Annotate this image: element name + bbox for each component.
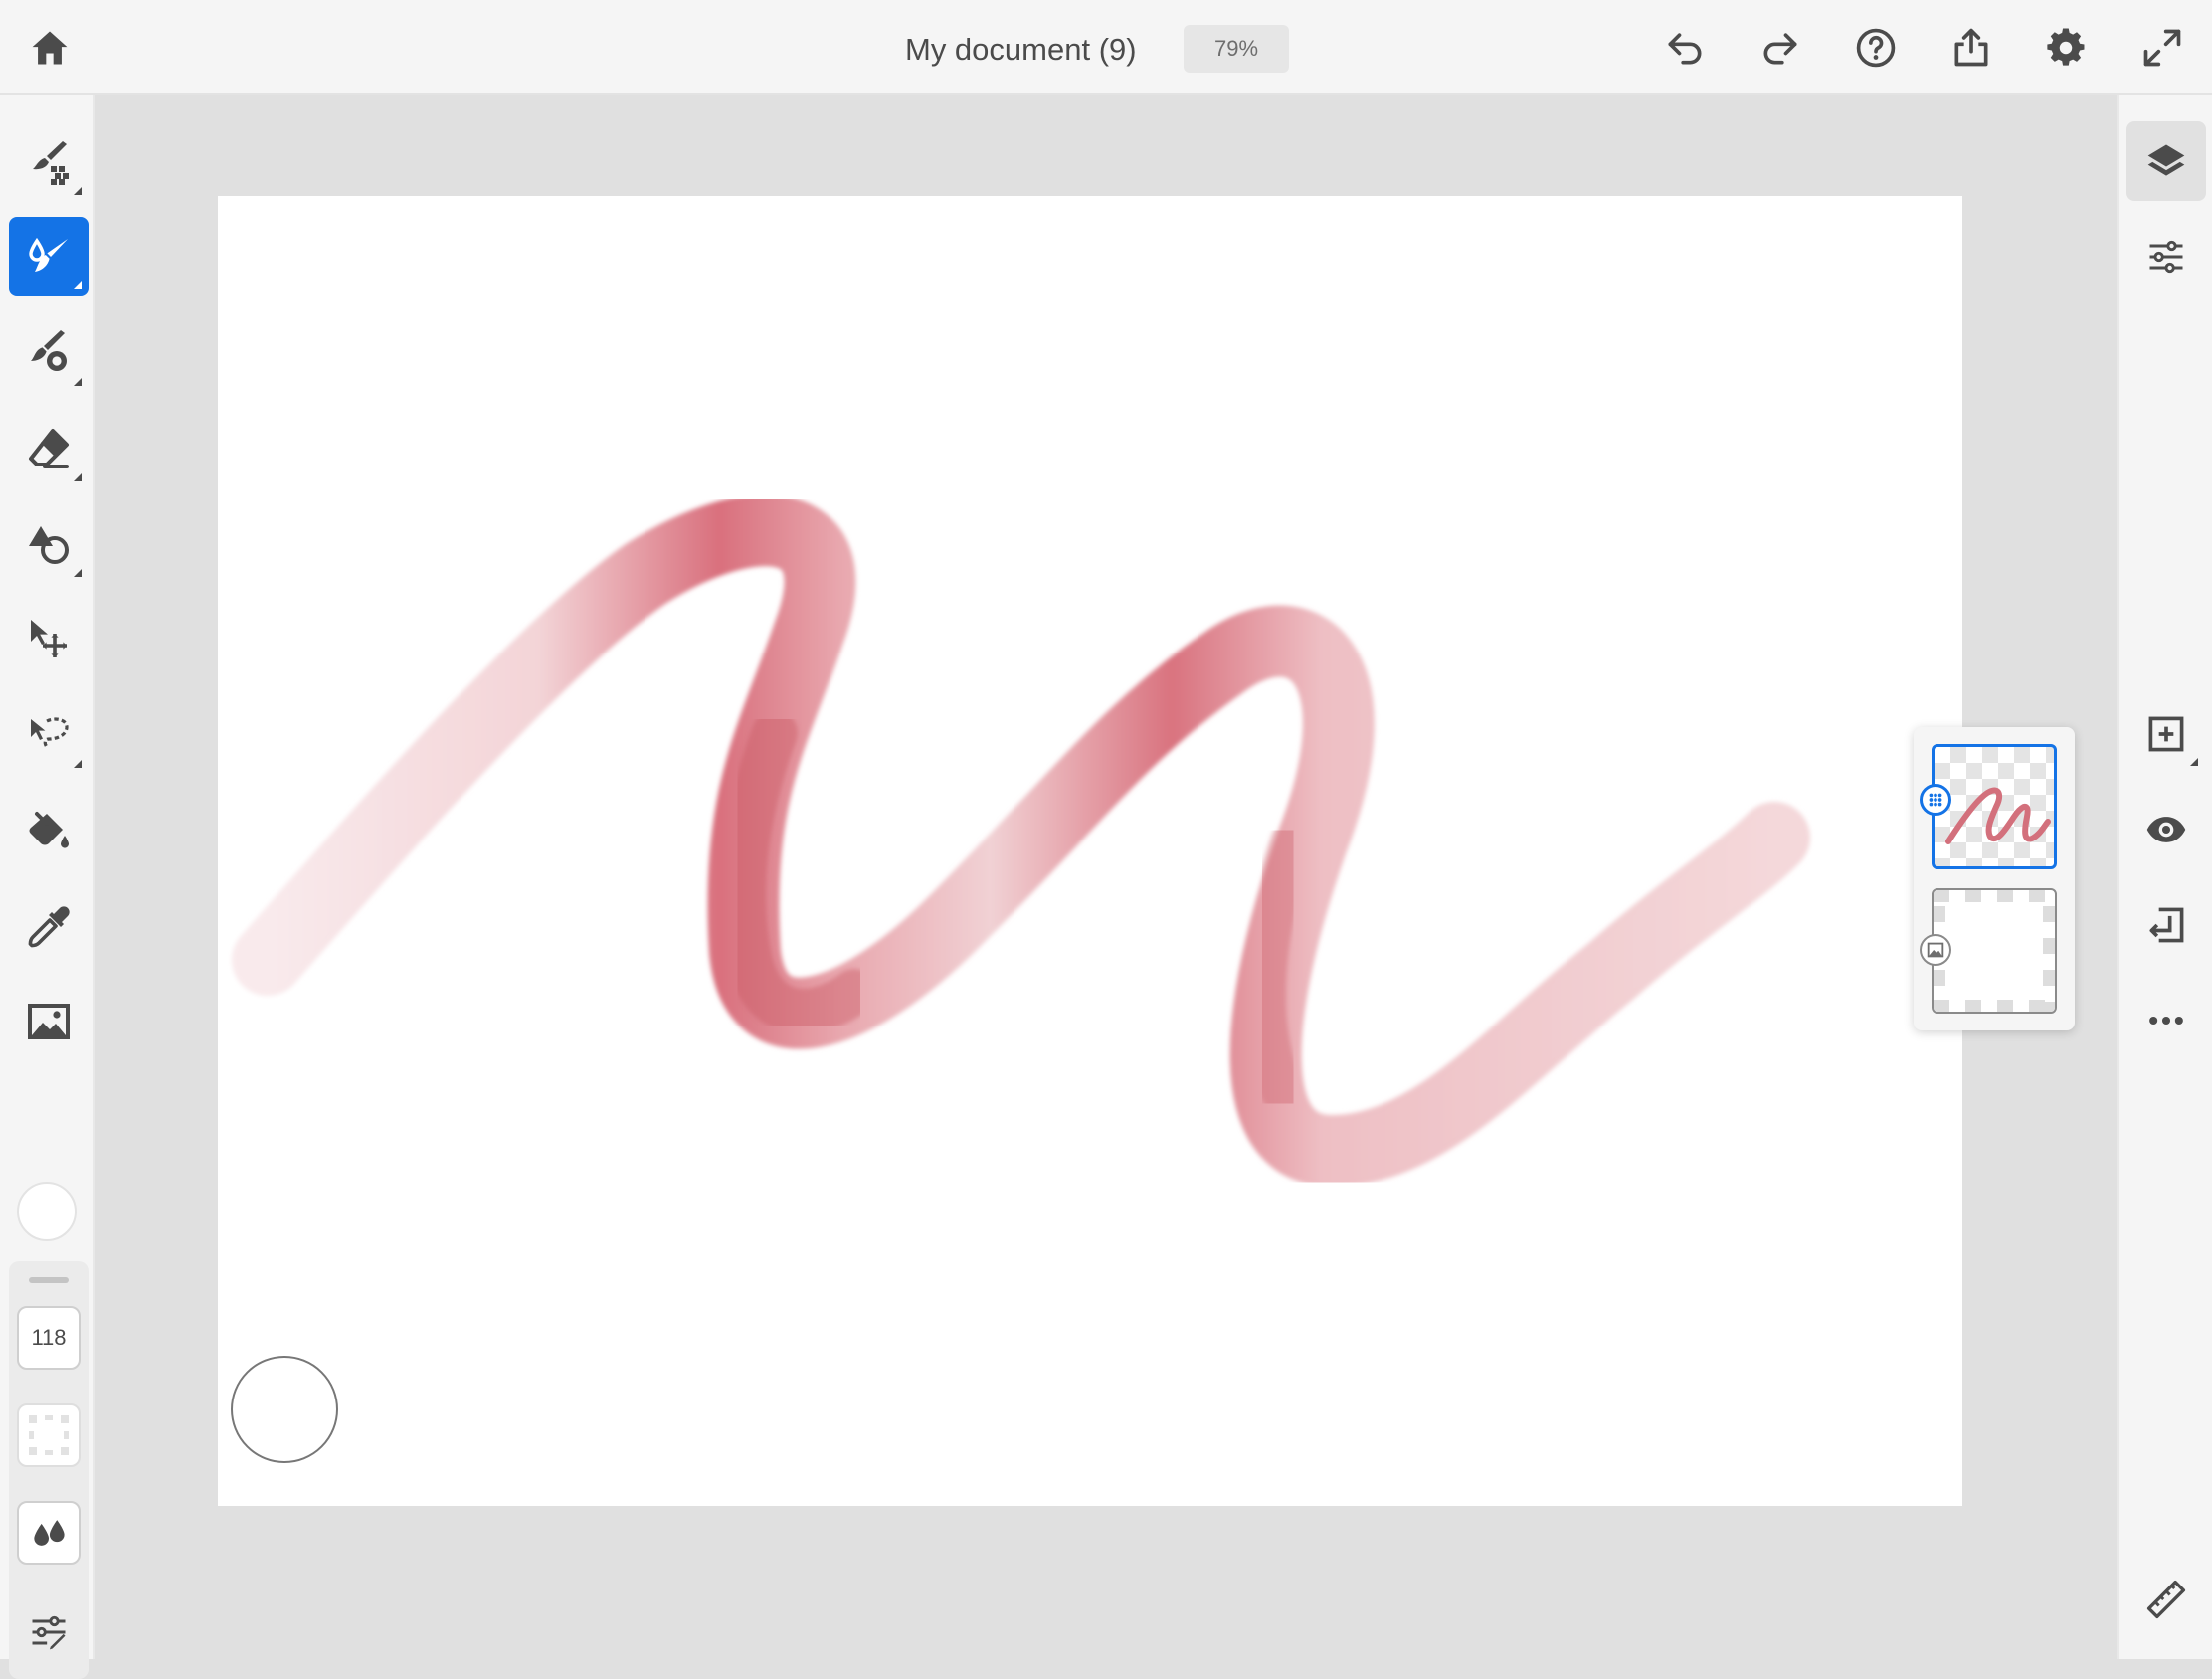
settings-button[interactable] bbox=[2038, 20, 2094, 76]
submenu-indicator-icon bbox=[74, 473, 82, 481]
image-tool[interactable] bbox=[9, 982, 89, 1061]
undo-button[interactable] bbox=[1657, 20, 1713, 76]
brush-settings-icon bbox=[32, 1615, 66, 1650]
pixel-brush-icon bbox=[33, 141, 69, 185]
layers-panel bbox=[1914, 727, 2075, 1030]
submenu-indicator-icon bbox=[74, 281, 82, 289]
live-brush-icon bbox=[29, 237, 68, 272]
expand-icon bbox=[2143, 29, 2181, 67]
document-title[interactable]: My document (9) bbox=[905, 28, 1137, 72]
submenu-indicator-icon bbox=[2190, 758, 2198, 766]
live-brush-tool[interactable] bbox=[9, 217, 89, 296]
add-layer-button[interactable] bbox=[2126, 694, 2206, 774]
vector-brush-icon bbox=[31, 330, 67, 371]
shapes-tool[interactable] bbox=[9, 504, 89, 584]
home-icon bbox=[32, 31, 68, 65]
water-drops-icon bbox=[34, 1520, 65, 1546]
paint-bucket-icon bbox=[29, 812, 69, 848]
transform-icon bbox=[31, 620, 67, 657]
layer-visibility-button[interactable] bbox=[2126, 790, 2206, 869]
transform-tool[interactable] bbox=[9, 600, 89, 679]
eyedropper-icon bbox=[28, 906, 70, 948]
ruler-icon bbox=[2146, 1580, 2186, 1619]
undo-icon bbox=[1668, 33, 1702, 65]
eye-icon bbox=[2146, 817, 2186, 842]
layer-type-badge-live bbox=[1920, 784, 1951, 816]
layer-type-badge-image bbox=[1920, 934, 1951, 966]
right-panel bbox=[2117, 95, 2212, 1659]
watercolor-badge-icon bbox=[1929, 793, 1942, 807]
lasso-select-tool[interactable] bbox=[9, 695, 89, 775]
brush-size-value: 118 bbox=[31, 1325, 67, 1350]
fullscreen-button[interactable] bbox=[2134, 20, 2190, 76]
merge-layer-button[interactable] bbox=[2126, 885, 2206, 965]
watercolor-stroke bbox=[232, 494, 1810, 1187]
submenu-indicator-icon bbox=[74, 569, 82, 577]
share-icon bbox=[1954, 28, 1988, 67]
help-icon bbox=[1856, 28, 1896, 68]
layer-stroke-preview bbox=[1945, 787, 2051, 844]
drawing-canvas[interactable] bbox=[218, 196, 1962, 1506]
share-button[interactable] bbox=[1943, 20, 1999, 76]
ruler-button[interactable] bbox=[2126, 1560, 2206, 1639]
layer-thumbnail-live-brush[interactable] bbox=[1932, 744, 2057, 869]
merge-down-icon bbox=[2149, 907, 2184, 943]
image-badge-icon bbox=[1927, 942, 1944, 958]
opacity-checker-icon bbox=[29, 1415, 69, 1455]
shapes-icon bbox=[29, 526, 69, 564]
eyedropper-tool[interactable] bbox=[9, 887, 89, 967]
more-icon bbox=[2149, 1016, 2183, 1026]
brush-opacity-control[interactable] bbox=[17, 1403, 81, 1467]
top-bar: My document (9) 79% bbox=[0, 0, 2212, 95]
eraser-tool[interactable] bbox=[9, 409, 89, 488]
submenu-indicator-icon bbox=[74, 378, 82, 386]
vector-brush-tool[interactable] bbox=[9, 313, 89, 393]
help-button[interactable] bbox=[1848, 20, 1904, 76]
layer-properties-button[interactable] bbox=[2126, 217, 2206, 296]
gear-icon bbox=[2047, 28, 2085, 66]
redo-button[interactable] bbox=[1752, 20, 1808, 76]
tool-panel: 118 bbox=[0, 95, 95, 1679]
fill-tool[interactable] bbox=[9, 792, 89, 871]
more-options-button[interactable] bbox=[2126, 981, 2206, 1060]
brush-settings-panel: 118 bbox=[9, 1261, 89, 1679]
home-button[interactable] bbox=[22, 20, 78, 76]
brush-size-cursor bbox=[231, 1356, 338, 1463]
image-icon bbox=[28, 1004, 70, 1039]
pixel-brush-tool[interactable] bbox=[9, 122, 89, 202]
lasso-icon bbox=[31, 717, 69, 748]
sliders-icon bbox=[2149, 240, 2183, 274]
eraser-icon bbox=[29, 429, 69, 468]
zoom-level[interactable]: 79% bbox=[1184, 25, 1289, 73]
layers-toggle-button[interactable] bbox=[2126, 121, 2206, 201]
color-picker-swatch[interactable] bbox=[17, 1182, 77, 1241]
brush-size-control[interactable]: 118 bbox=[17, 1306, 81, 1370]
panel-drag-handle[interactable] bbox=[29, 1277, 69, 1283]
add-layer-icon bbox=[2148, 716, 2184, 752]
transparency-border bbox=[1934, 890, 2055, 1012]
redo-icon bbox=[1763, 33, 1797, 65]
brush-flow-control[interactable] bbox=[17, 1501, 81, 1565]
brush-settings-button[interactable] bbox=[17, 1600, 81, 1664]
layers-icon bbox=[2147, 144, 2185, 176]
submenu-indicator-icon bbox=[74, 187, 82, 195]
submenu-indicator-icon bbox=[74, 760, 82, 768]
